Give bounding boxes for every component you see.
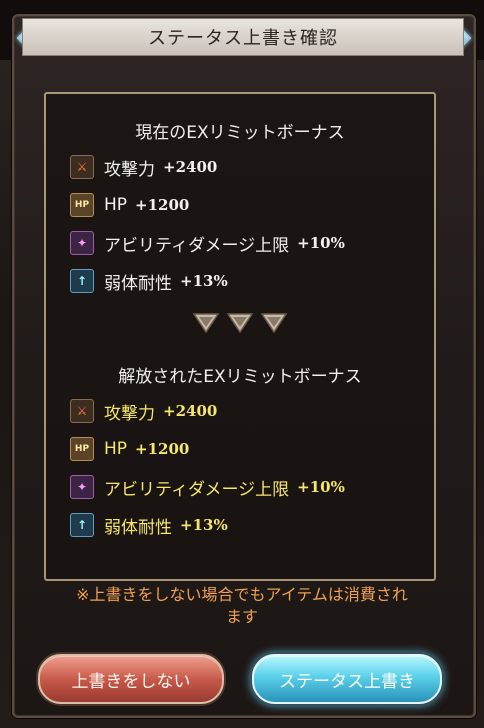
down-arrow-icon [227, 313, 253, 334]
released-bonus-row: ✦ アビリティダメージ上限 +10% [70, 474, 345, 500]
bonus-value: +10% [297, 234, 345, 252]
released-bonus-row: HP HP +1200 [70, 436, 189, 462]
attack-icon: ⚔ [70, 155, 94, 179]
overwrite-status-button[interactable]: ステータス上書き [252, 654, 442, 704]
released-bonus-row: ⚔ 攻撃力 +2400 [70, 398, 217, 424]
released-bonus-row: ↑ 弱体耐性 +13% [70, 512, 228, 538]
dialog-title-bar: ステータス上書き確認 [22, 18, 464, 56]
bonus-label: 攻撃力 [104, 403, 155, 424]
attack-icon: ⚔ [70, 399, 94, 423]
bonus-label: 弱体耐性 [104, 517, 172, 538]
down-arrow-icon [193, 313, 219, 334]
bonus-label: 攻撃力 [104, 159, 155, 180]
down-arrow-icon [261, 313, 287, 334]
note-line: ※上書きをしない場合でもアイテムは消費され [76, 585, 408, 604]
bonus-value: +2400 [163, 158, 218, 176]
current-bonus-header: 現在のEXリミットボーナス [135, 123, 345, 143]
cancel-button-label: 上書きをしない [71, 671, 191, 692]
bonus-label: アビリティダメージ上限 [104, 479, 290, 500]
released-bonus-header: 解放されたEXリミットボーナス [118, 367, 362, 387]
ability-damage-icon: ✦ [70, 231, 94, 255]
bonus-value: +2400 [163, 402, 218, 420]
bonus-label: HP [104, 195, 128, 215]
current-bonus-row: ⚔ 攻撃力 +2400 [70, 154, 217, 180]
current-bonus-row: HP HP +1200 [70, 192, 189, 218]
weakness-resist-icon: ↑ [70, 513, 94, 537]
do-not-overwrite-button[interactable]: 上書きをしない [38, 654, 224, 704]
consumption-note: ※上書きをしない場合でもアイテムは消費され ます [44, 584, 440, 628]
bonus-value: +1200 [135, 196, 190, 214]
arrow-divider [46, 312, 434, 334]
bonus-value: +13% [180, 272, 228, 290]
current-bonus-row: ↑ 弱体耐性 +13% [70, 268, 228, 294]
bonus-label: 弱体耐性 [104, 273, 172, 294]
note-line: ます [225, 607, 258, 626]
bonus-content-panel: 現在のEXリミットボーナス ⚔ 攻撃力 +2400 HP HP +1200 ✦ … [44, 92, 436, 581]
bonus-value: +10% [297, 478, 345, 496]
bonus-label: アビリティダメージ上限 [104, 235, 290, 256]
dialog-title: ステータス上書き確認 [148, 28, 338, 49]
bonus-label: HP [104, 439, 128, 459]
bonus-value: +13% [180, 516, 228, 534]
weakness-resist-icon: ↑ [70, 269, 94, 293]
bonus-value: +1200 [135, 440, 190, 458]
confirm-button-label: ステータス上書き [279, 671, 415, 692]
current-bonus-row: ✦ アビリティダメージ上限 +10% [70, 230, 345, 256]
hp-icon: HP [70, 193, 94, 217]
hp-icon: HP [70, 437, 94, 461]
ability-damage-icon: ✦ [70, 475, 94, 499]
